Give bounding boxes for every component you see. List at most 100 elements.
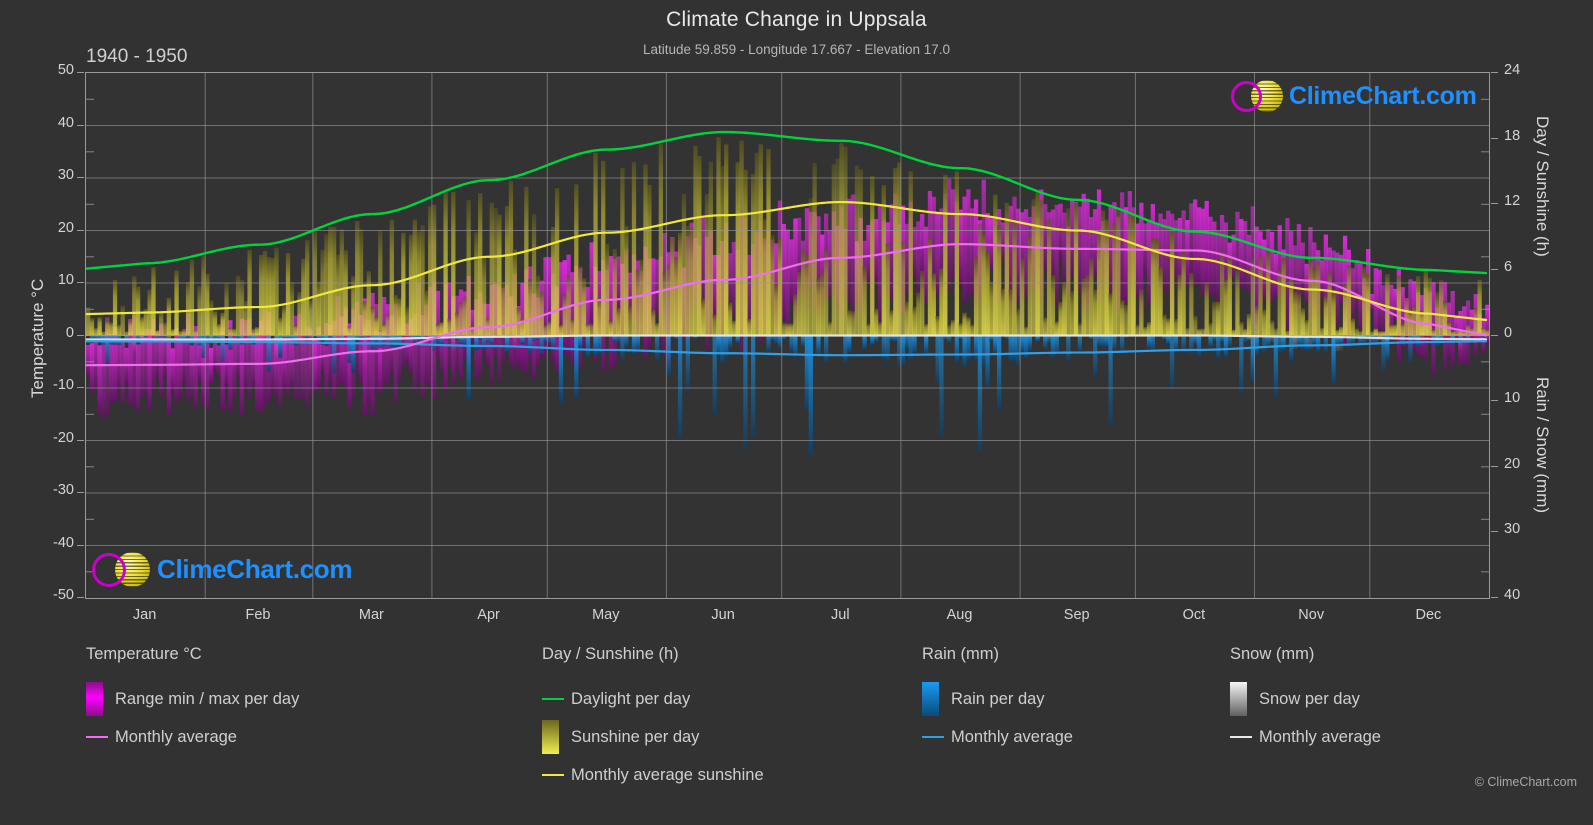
legend-heading: Day / Sunshine (h) [542,645,679,663]
y-axis-tickmark-right-bottom [1491,531,1498,533]
y-axis-tickmark-left [77,72,84,73]
y-axis-tick-left: 50 [57,62,74,78]
y-axis-tick-right-bottom: 40 [1504,587,1521,603]
legend-heading: Temperature °C [86,645,202,663]
legend-swatch-line [86,736,108,738]
y-axis-tickmark-right-top [1491,268,1498,270]
y-axis-tick-left: -40 [53,534,74,551]
legend-swatch-line [542,698,564,700]
y-axis-tickmark-right-top [1491,203,1498,205]
legend-swatch-wrap [542,698,571,700]
legend-swatch-wrap [86,736,115,738]
x-axis-tick-jun: Jun [711,607,735,623]
x-axis-tick-feb: Feb [245,607,271,623]
x-axis-tick-may: May [592,607,620,623]
legend-swatch-wrap [922,682,951,716]
legend-item-label: Monthly average sunshine [571,765,764,784]
legend-column: Day / Sunshine (h) Daylight per day Suns… [542,645,764,794]
legend-column: Temperature °C Range min / max per day M… [86,645,299,756]
legend-swatch-wrap [1230,736,1259,738]
chart-canvas [86,73,1489,598]
legend-swatch-line [922,736,944,738]
x-axis-tick-apr: Apr [477,607,500,623]
y-axis-tick-left: 20 [57,219,74,236]
chart-plot-area [85,72,1490,599]
y-axis-tickmark-left [77,124,84,126]
legend-swatch-box [542,720,559,754]
legend-heading: Snow (mm) [1230,645,1315,663]
legend-item[interactable]: Range min / max per day [86,680,299,718]
y-axis-title-right-top: Day / Sunshine (h) [1533,116,1552,257]
legend-item-label: Monthly average [951,727,1073,746]
legend-swatch-box [1230,682,1247,716]
y-axis-tick-right-top: 0 [1504,324,1513,341]
legend-item[interactable]: Monthly average [1230,718,1381,756]
y-axis-tick-left: 40 [57,114,74,131]
chart-legend: Temperature °C Range min / max per day M… [0,645,1593,810]
y-axis-tickmark-left [77,597,84,598]
legend-item[interactable]: Monthly average sunshine [542,756,764,794]
climechart-logo-watermark: ClimeChart.com [92,552,352,587]
legend-item-label: Rain per day [951,689,1045,708]
y-axis-tick-right-top: 24 [1504,62,1521,78]
y-axis-tick-right-bottom: 30 [1504,521,1521,538]
logo-ring-icon [1231,80,1262,112]
legend-item[interactable]: Snow per day [1230,680,1381,718]
legend-item-label: Monthly average [1259,727,1381,746]
legend-swatch-wrap [542,720,571,754]
legend-column: Snow (mm) Snow per day Monthly average [1230,645,1381,756]
legend-swatch-line [542,774,564,776]
y-axis-title-left: Temperature °C [28,278,47,398]
legend-swatch-wrap [1230,682,1259,716]
legend-swatch-box [86,682,103,716]
legend-column: Rain (mm) Rain per day Monthly average [922,645,1073,756]
y-axis-tickmark-left [77,177,84,178]
legend-item[interactable]: Rain per day [922,680,1073,718]
legend-swatch-wrap [922,736,951,738]
y-axis-tick-left: -20 [53,429,74,446]
y-axis-tickmark-left [77,229,84,231]
x-axis-tick-mar: Mar [358,607,384,623]
y-axis-tick-left: 30 [57,167,74,183]
y-axis-tickmark-right-bottom [1491,400,1498,402]
y-axis-tickmark-right-top [1491,72,1498,73]
legend-swatch-line [1230,736,1252,738]
legend-heading: Rain (mm) [922,645,999,663]
period-label: 1940 - 1950 [86,46,188,67]
y-axis-tickmark-left [77,492,84,493]
x-axis-tick-dec: Dec [1415,607,1442,623]
logo-wordmark: ClimeChart.com [1289,81,1477,110]
chart-subtitle: Latitude 59.859 - Longitude 17.667 - Ele… [643,42,950,57]
legend-item-label: Snow per day [1259,689,1360,708]
legend-item-label: Sunshine per day [571,727,700,746]
legend-item[interactable]: Daylight per day [542,680,764,718]
y-axis-tickmark-left [77,544,84,546]
page-title: Climate Change in Uppsala [666,8,927,31]
x-axis-tick-jan: Jan [132,607,157,623]
y-axis-tickmark-left [77,282,84,283]
y-axis-tick-left: -30 [53,482,74,498]
climechart-logo-top: ClimeChart.com [1231,80,1477,112]
copyright-notice: © ClimeChart.com [1474,775,1577,789]
x-axis-tick-sep: Sep [1063,607,1090,623]
legend-item[interactable]: Monthly average [86,718,299,756]
y-axis-title-right-bottom: Rain / Snow (mm) [1533,376,1552,513]
legend-item[interactable]: Sunshine per day [542,718,764,756]
legend-swatch-wrap [542,774,571,776]
y-axis-tickmark-right-top [1491,334,1498,336]
legend-item-label: Monthly average [115,727,237,746]
logo-wordmark: ClimeChart.com [157,554,353,584]
legend-swatch-wrap [86,682,115,716]
y-axis-tickmark-left [77,334,84,336]
y-axis-tickmark-right-top [1491,137,1498,139]
logo-ring-icon [92,552,126,587]
y-axis-tickmark-right-bottom [1491,597,1498,598]
legend-swatch-box [922,682,939,716]
legend-item[interactable]: Monthly average [922,718,1073,756]
climate-chart-page: Climate Change in Uppsala Latitude 59.85… [0,0,1593,825]
x-axis-tick-nov: Nov [1298,607,1325,623]
x-axis-tick-aug: Aug [946,607,973,623]
x-axis-tick-oct: Oct [1182,607,1206,623]
x-axis-tick-jul: Jul [831,607,850,623]
legend-item-label: Daylight per day [571,689,691,708]
